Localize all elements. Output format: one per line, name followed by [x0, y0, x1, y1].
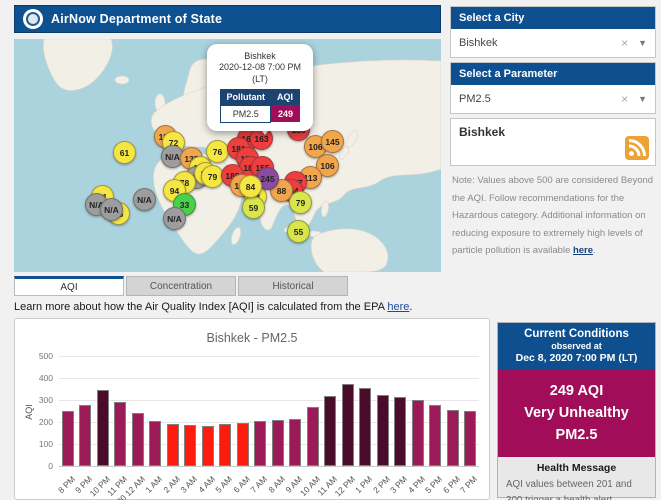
- map-marker-aqi-145[interactable]: 145: [321, 130, 344, 153]
- bar-1-pm[interactable]: [359, 388, 371, 466]
- popup-table: Pollutant AQI PM2.5 249: [220, 89, 300, 123]
- app-title: AirNow Department of State: [51, 12, 222, 26]
- parameter-select[interactable]: PM2.5 × ▼: [451, 85, 655, 113]
- bar-10-pm[interactable]: [97, 390, 109, 466]
- parameter-select-header: Select a Parameter: [451, 63, 655, 85]
- gridline-0: [59, 466, 479, 467]
- map-popup[interactable]: Bishkek 2020-12-08 7:00 PM (LT) Pollutan…: [207, 44, 313, 131]
- map-marker-aqi-55[interactable]: 55: [287, 220, 310, 243]
- city-select[interactable]: Bishkek × ▼: [451, 29, 655, 57]
- bar-1-am[interactable]: [149, 421, 161, 466]
- y-tick-400: 400: [27, 373, 53, 383]
- current-aqi-value: 249 AQI: [500, 381, 653, 403]
- bar-9-pm[interactable]: [79, 405, 91, 466]
- state-department-seal-icon: [23, 9, 43, 29]
- app-header: AirNow Department of State: [14, 5, 441, 33]
- clear-icon[interactable]: ×: [621, 36, 628, 50]
- bar-2-pm[interactable]: [377, 395, 389, 466]
- y-tick-300: 300: [27, 395, 53, 405]
- popup-aqi-value: 249: [271, 105, 300, 122]
- bar-6-pm[interactable]: [447, 410, 459, 466]
- gridline-400: [59, 378, 479, 379]
- bar-8-pm[interactable]: [62, 411, 74, 466]
- popup-timezone: (LT): [212, 74, 308, 85]
- bar-8-am[interactable]: [272, 420, 284, 466]
- map-marker-aqi-n-a[interactable]: N/A: [163, 207, 186, 230]
- learn-more-suffix: .: [409, 301, 412, 313]
- chart-tabs: AQIConcentrationHistorical: [14, 276, 350, 296]
- popup-datetime: 2020-12-08 7:00 PM: [212, 62, 308, 73]
- tab-aqi[interactable]: AQI: [14, 276, 124, 296]
- bar-12-8-2020-12-am[interactable]: [132, 413, 144, 466]
- parameter-select-value: PM2.5: [459, 93, 621, 105]
- bar-5-am[interactable]: [219, 424, 231, 466]
- dropdown-caret-icon[interactable]: ▼: [638, 94, 647, 104]
- bar-7-pm[interactable]: [464, 411, 476, 466]
- bar-3-pm[interactable]: [394, 397, 406, 466]
- city-select-header: Select a City: [451, 7, 655, 29]
- tab-concentration[interactable]: Concentration: [126, 276, 236, 296]
- learn-more-here-link[interactable]: here: [387, 301, 409, 313]
- bar-7-am[interactable]: [254, 421, 266, 466]
- observed-at-label: observed at: [500, 341, 653, 351]
- bar-10-am[interactable]: [307, 407, 319, 466]
- map-marker-aqi-84[interactable]: 84: [239, 175, 262, 198]
- bar-11-pm[interactable]: [114, 402, 126, 466]
- gridline-500: [59, 356, 479, 357]
- current-aqi-pollutant: PM2.5: [500, 425, 653, 447]
- popup-pollutant-header: Pollutant: [220, 89, 271, 106]
- parameter-select-panel: Select a Parameter PM2.5 × ▼: [450, 62, 656, 114]
- map-marker-aqi-n-a[interactable]: N/A: [100, 198, 123, 221]
- seal-inner-ring: [26, 12, 40, 26]
- popup-pollutant-value: PM2.5: [220, 105, 271, 122]
- popup-aqi-header: AQI: [271, 89, 300, 106]
- current-conditions-header: Current Conditions observed at Dec 8, 20…: [498, 323, 655, 370]
- chart-title: Bishkek - PM2.5: [15, 331, 489, 345]
- popup-city: Bishkek: [212, 51, 308, 62]
- y-tick-0: 0: [27, 461, 53, 471]
- map-marker-aqi-61[interactable]: 61: [113, 141, 136, 164]
- note-here-link[interactable]: here: [573, 245, 593, 256]
- learn-more-text: Learn more about how the Air Quality Ind…: [14, 301, 387, 313]
- current-aqi-block: 249 AQI Very Unhealthy PM2.5: [498, 370, 655, 457]
- city-select-panel: Select a City Bishkek × ▼: [450, 6, 656, 58]
- bar-12-pm[interactable]: [342, 384, 354, 466]
- bar-11-am[interactable]: [324, 396, 336, 466]
- current-aqi-category: Very Unhealthy: [500, 403, 653, 425]
- health-message-text: AQI values between 201 and 300 trigger a…: [506, 477, 647, 500]
- health-message-title: Health Message: [506, 462, 647, 474]
- map-marker-aqi-n-a[interactable]: N/A: [133, 188, 156, 211]
- current-conditions-panel: Current Conditions observed at Dec 8, 20…: [497, 322, 656, 498]
- bar-3-am[interactable]: [184, 425, 196, 466]
- tab-historical[interactable]: Historical: [238, 276, 348, 296]
- clear-icon[interactable]: ×: [621, 92, 628, 106]
- bar-2-am[interactable]: [167, 424, 179, 466]
- note-suffix: .: [593, 245, 596, 256]
- learn-more-line: Learn more about how the Air Quality Ind…: [14, 301, 412, 313]
- observed-time: Dec 8, 2020 7:00 PM (LT): [500, 352, 653, 364]
- beyond-aqi-note: Note: Values above 500 are considered Be…: [452, 172, 654, 260]
- bar-4-am[interactable]: [202, 426, 214, 466]
- y-tick-100: 100: [27, 439, 53, 449]
- feed-city-label: Bishkek: [459, 125, 647, 139]
- y-tick-500: 500: [27, 351, 53, 361]
- note-text: Note: Values above 500 are considered Be…: [452, 175, 653, 256]
- current-conditions-title: Current Conditions: [500, 328, 653, 340]
- city-select-value: Bishkek: [459, 37, 621, 49]
- bar-9-am[interactable]: [289, 419, 301, 466]
- bar-5-pm[interactable]: [429, 405, 441, 466]
- city-feed-box: Bishkek: [450, 118, 656, 166]
- map-marker-aqi-59[interactable]: 59: [242, 196, 265, 219]
- map-marker-aqi-76[interactable]: 76: [206, 140, 229, 163]
- bar-6-am[interactable]: [237, 423, 249, 466]
- aqi-bar-chart: Bishkek - PM2.5 AQI 50040030020010008 PM…: [14, 318, 490, 500]
- map-marker-aqi-79[interactable]: 79: [289, 191, 312, 214]
- airnow-page: AirNow Department of State: [0, 0, 661, 500]
- rss-icon[interactable]: [625, 136, 649, 160]
- health-message-block: Health Message AQI values between 201 an…: [498, 457, 655, 500]
- bar-4-pm[interactable]: [412, 400, 424, 466]
- aqi-world-map[interactable]: 6111772N/A135107N/A807976789433N/A51N/A5…: [14, 39, 441, 272]
- dropdown-caret-icon[interactable]: ▼: [638, 38, 647, 48]
- y-tick-200: 200: [27, 417, 53, 427]
